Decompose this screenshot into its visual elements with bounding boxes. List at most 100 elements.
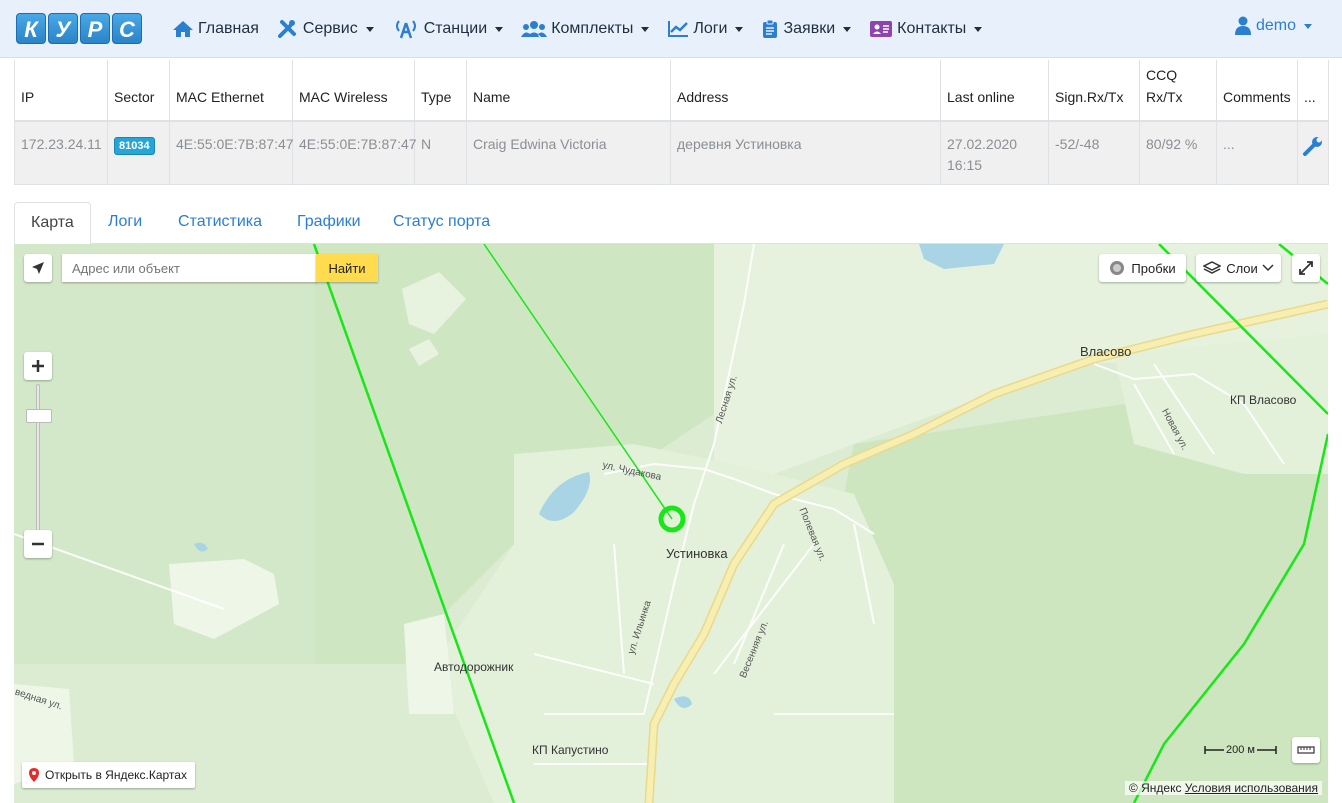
tab-logs[interactable]: Логи xyxy=(92,202,158,244)
minus-icon xyxy=(32,542,44,546)
map-search-button[interactable]: Найти xyxy=(316,254,378,282)
zoom-slider-handle[interactable] xyxy=(26,409,52,423)
logo-letter: У xyxy=(48,13,78,44)
chevron-down-icon xyxy=(1304,23,1312,29)
expand-icon xyxy=(1299,261,1313,275)
map-search-input[interactable] xyxy=(62,254,317,282)
sector-badge[interactable]: 81034 xyxy=(114,137,155,155)
col-mac-wireless[interactable]: MAC Wireless xyxy=(292,60,415,122)
contact-card-icon xyxy=(870,21,893,37)
col-sector[interactable]: Sector xyxy=(107,60,170,122)
ruler-button[interactable] xyxy=(1292,737,1320,763)
col-type[interactable]: Type xyxy=(414,60,467,122)
cell-type: N xyxy=(414,121,467,185)
col-last-online[interactable]: Last online xyxy=(940,60,1049,122)
terms-link[interactable]: Условия использования xyxy=(1185,781,1318,795)
zoom-out-button[interactable] xyxy=(24,530,52,558)
nav-label: Заявки xyxy=(783,20,836,37)
map-label: Устиновка xyxy=(666,546,728,561)
cell-signal: -52/-48 xyxy=(1048,121,1140,185)
map-label: Власово xyxy=(1080,344,1132,359)
top-navbar: К У Р С Главная Сервис Станции Комплекты… xyxy=(0,0,1342,58)
home-icon xyxy=(173,21,193,37)
chevron-down-icon xyxy=(1262,264,1274,272)
tab-statistics[interactable]: Статистика xyxy=(162,202,278,244)
logo-letter: К xyxy=(16,13,46,44)
cell-mac-ethernet: 4E:55:0E:7B:87:47 xyxy=(169,121,294,185)
cell-comments: ... xyxy=(1216,121,1298,185)
col-actions: ... xyxy=(1297,60,1329,122)
nav-kits[interactable]: Комплекты xyxy=(521,20,650,38)
nav-requests[interactable]: Заявки xyxy=(761,19,852,39)
nav-contacts[interactable]: Контакты xyxy=(869,20,983,38)
col-mac-ethernet[interactable]: MAC Ethernet xyxy=(169,60,293,122)
map-copyright: © Яндекс Условия использования xyxy=(1124,781,1322,795)
geolocation-button[interactable] xyxy=(24,254,52,282)
scale-bar-left xyxy=(1204,746,1224,754)
col-name[interactable]: Name xyxy=(466,60,671,122)
chevron-down-icon xyxy=(365,26,374,32)
scale-label: 200 м xyxy=(1226,744,1255,756)
device-table: IP Sector MAC Ethernet MAC Wireless Type… xyxy=(14,60,1329,185)
map-pin-icon xyxy=(29,768,39,782)
map-scale: 200 м xyxy=(1204,744,1277,756)
brand-logo[interactable]: К У Р С xyxy=(16,13,142,44)
open-in-yandex-maps-link[interactable]: Открыть в Яндекс.Картах xyxy=(22,762,195,788)
chart-line-icon xyxy=(668,21,689,37)
map-label: КП Власово xyxy=(1230,393,1297,407)
col-address[interactable]: Address xyxy=(670,60,941,122)
nav-service[interactable]: Сервис xyxy=(277,19,374,39)
main-nav: Главная Сервис Станции Комплекты Логи За… xyxy=(172,0,1000,58)
zoom-slider-track[interactable] xyxy=(36,384,40,534)
cell-sector: 81034 xyxy=(107,121,170,185)
tab-graphs[interactable]: Графики xyxy=(281,202,377,244)
cell-mac-wireless: 4E:55:0E:7B:87:47 xyxy=(292,121,417,185)
layers-button[interactable]: Слои xyxy=(1196,254,1281,282)
col-ccq[interactable]: CCQ Rx/Tx xyxy=(1139,60,1217,122)
nav-label: Комплекты xyxy=(551,20,634,37)
nav-label: Главная xyxy=(198,20,259,37)
chevron-down-icon xyxy=(495,26,504,32)
tab-port-status[interactable]: Статус порта xyxy=(377,202,506,244)
user-menu[interactable]: demo xyxy=(1234,16,1312,36)
open-link-label: Открыть в Яндекс.Картах xyxy=(45,768,187,782)
map-label: КП Капустино xyxy=(532,743,609,757)
logo-letter: С xyxy=(112,13,142,44)
layers-icon xyxy=(1203,261,1222,274)
users-icon xyxy=(521,21,548,37)
map-label: Автодорожник xyxy=(434,660,514,674)
antenna-icon xyxy=(395,20,416,39)
ruler-icon xyxy=(1297,746,1315,754)
tab-map[interactable]: Карта xyxy=(14,202,91,245)
cell-ccq: 80/92 % xyxy=(1139,121,1217,185)
nav-logs[interactable]: Логи xyxy=(667,20,744,38)
nav-stations[interactable]: Станции xyxy=(392,19,504,39)
username: demo xyxy=(1255,17,1296,34)
col-ip[interactable]: IP xyxy=(14,60,108,122)
cell-ip: 172.23.24.11 xyxy=(14,121,108,185)
cell-last-online: 27.02.2020 16:15 xyxy=(940,121,1049,185)
nav-label: Станции xyxy=(423,20,488,37)
tab-bar: Карта Логи Статистика Графики Статус пор… xyxy=(14,202,1328,245)
chevron-down-icon xyxy=(641,26,650,32)
fullscreen-button[interactable] xyxy=(1292,254,1320,282)
cell-address: деревня Устиновка xyxy=(670,121,941,185)
nav-label: Сервис xyxy=(302,20,358,37)
layers-label: Слои xyxy=(1226,260,1258,276)
nav-home[interactable]: Главная xyxy=(172,20,259,38)
logo-letter: Р xyxy=(80,13,110,44)
clipboard-icon xyxy=(763,19,778,38)
map-canvas[interactable] xyxy=(14,244,1328,803)
col-signal[interactable]: Sign.Rx/Tx xyxy=(1048,60,1140,122)
map-view[interactable]: Власово КП Власово Устиновка Автодорожни… xyxy=(14,244,1328,803)
location-arrow-icon xyxy=(32,262,44,274)
zoom-in-button[interactable] xyxy=(24,352,52,380)
traffic-button[interactable]: Пробки xyxy=(1099,254,1186,282)
col-comments[interactable]: Comments xyxy=(1216,60,1298,122)
cell-actions xyxy=(1297,121,1329,185)
traffic-icon xyxy=(1110,261,1125,275)
chevron-down-icon xyxy=(843,26,852,32)
wrench-icon[interactable] xyxy=(1303,136,1323,162)
plus-icon xyxy=(32,360,44,372)
copyright-text: © Яндекс xyxy=(1128,781,1182,795)
